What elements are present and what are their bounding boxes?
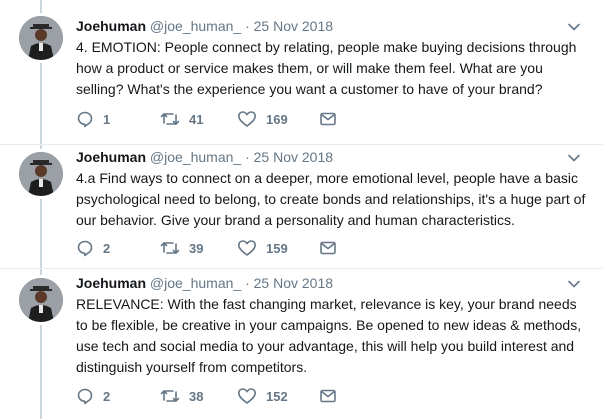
- tweet-text: RELEVANCE: With the fast changing market…: [76, 296, 582, 375]
- retweet-button[interactable]: 41: [160, 109, 203, 129]
- chevron-down-icon: [568, 154, 580, 162]
- retweet-button[interactable]: 38: [160, 386, 203, 406]
- reply-count: 1: [103, 111, 111, 127]
- retweet-count: 39: [189, 240, 204, 256]
- avatar[interactable]: [19, 16, 63, 60]
- author-name[interactable]: Joehuman: [76, 149, 146, 165]
- direct-message-button[interactable]: [319, 109, 337, 129]
- avatar-image: [19, 278, 63, 322]
- more-options-button[interactable]: [567, 20, 581, 34]
- tweet-date[interactable]: 25 Nov 2018: [254, 149, 333, 165]
- avatar[interactable]: [19, 278, 63, 322]
- author-handle[interactable]: @joe_human_: [150, 149, 241, 165]
- reply-button[interactable]: 1: [76, 109, 110, 129]
- reply-icon: [77, 111, 93, 128]
- chevron-down-icon: [568, 280, 580, 288]
- retweet-count: 38: [189, 388, 204, 404]
- avatar-image: [19, 16, 63, 60]
- separator-dot: ·: [245, 149, 250, 165]
- reply-icon: [77, 240, 93, 257]
- avatar-image: [19, 152, 63, 196]
- like-button[interactable]: 159: [237, 238, 288, 258]
- tweet-date[interactable]: 25 Nov 2018: [254, 275, 333, 291]
- retweet-icon: [160, 113, 180, 125]
- like-button[interactable]: 152: [237, 386, 288, 406]
- chevron-down-icon: [568, 23, 580, 31]
- separator-dot: ·: [245, 18, 250, 34]
- envelope-icon: [320, 389, 336, 403]
- heart-icon: [238, 388, 256, 404]
- direct-message-button[interactable]: [319, 238, 337, 258]
- retweet-count: 41: [189, 111, 204, 127]
- retweet-button[interactable]: 39: [160, 238, 203, 258]
- heart-icon: [238, 240, 256, 256]
- direct-message-button[interactable]: [319, 386, 337, 406]
- retweet-icon: [160, 390, 180, 402]
- envelope-icon: [320, 112, 336, 126]
- author-handle[interactable]: @joe_human_: [150, 18, 241, 34]
- author-name[interactable]: Joehuman: [76, 275, 146, 291]
- heart-icon: [238, 111, 256, 127]
- tweet-text: 4.a Find ways to connect on a deeper, mo…: [76, 170, 586, 228]
- like-count: 152: [266, 388, 288, 404]
- tweet[interactable]: Joehuman @joe_human_ · 25 Nov 2018 4. EM…: [0, 0, 603, 145]
- author-name[interactable]: Joehuman: [76, 18, 146, 34]
- retweet-icon: [160, 242, 180, 254]
- like-count: 159: [266, 240, 288, 256]
- like-button[interactable]: 169: [237, 109, 288, 129]
- like-count: 169: [266, 111, 288, 127]
- tweet-text: 4. EMOTION: People connect by relating, …: [76, 39, 577, 97]
- avatar[interactable]: [19, 152, 63, 196]
- more-options-button[interactable]: [567, 151, 581, 165]
- reply-icon: [77, 388, 93, 405]
- reply-button[interactable]: 2: [76, 386, 110, 406]
- reply-count: 2: [103, 240, 111, 256]
- author-handle[interactable]: @joe_human_: [150, 275, 241, 291]
- reply-count: 2: [103, 388, 111, 404]
- tweet-date[interactable]: 25 Nov 2018: [254, 18, 333, 34]
- envelope-icon: [320, 241, 336, 255]
- more-options-button[interactable]: [567, 277, 581, 291]
- separator-dot: ·: [245, 275, 250, 291]
- reply-button[interactable]: 2: [76, 238, 110, 258]
- tweet[interactable]: Joehuman @joe_human_ · 25 Nov 2018 4.a F…: [0, 144, 603, 269]
- tweet[interactable]: Joehuman @joe_human_ · 25 Nov 2018 RELEV…: [0, 268, 603, 419]
